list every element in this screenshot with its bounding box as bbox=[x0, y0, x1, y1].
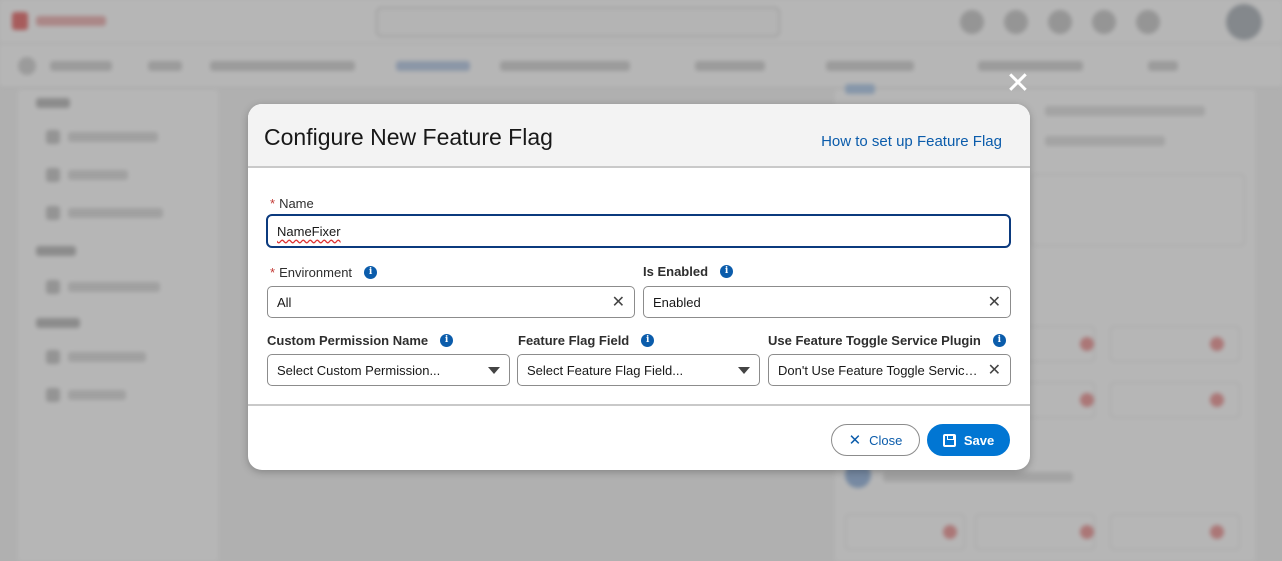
info-icon[interactable]: i bbox=[992, 334, 1006, 347]
environment-combobox[interactable]: All ✕ bbox=[267, 286, 635, 318]
custom-permission-select[interactable]: Select Custom Permission... bbox=[267, 354, 510, 386]
environment-label-text: Environment bbox=[279, 265, 353, 280]
environment-value: All bbox=[277, 294, 292, 310]
close-icon: ✕ bbox=[848, 431, 862, 449]
is-enabled-label: Is Enabled i bbox=[643, 264, 734, 279]
feature-flag-field-placeholder: Select Feature Flag Field... bbox=[527, 362, 684, 378]
save-button-label: Save bbox=[963, 432, 995, 448]
feature-flag-field-label: Feature Flag Field i bbox=[518, 333, 655, 348]
modal-header: Configure New Feature Flag How to set up… bbox=[248, 104, 1030, 168]
close-button-label: Close bbox=[869, 432, 903, 448]
name-input-value: NameFixer bbox=[277, 223, 341, 239]
clear-icon[interactable]: ✕ bbox=[988, 292, 1001, 312]
info-icon[interactable]: i bbox=[641, 334, 655, 347]
info-icon[interactable]: i bbox=[364, 266, 378, 279]
name-label: * Name bbox=[270, 196, 314, 211]
info-icon[interactable]: i bbox=[720, 265, 734, 278]
save-icon bbox=[942, 433, 956, 447]
info-icon[interactable]: i bbox=[440, 334, 454, 347]
custom-permission-label-text: Custom Permission Name bbox=[267, 333, 429, 348]
clear-icon[interactable]: ✕ bbox=[988, 360, 1001, 380]
custom-permission-placeholder: Select Custom Permission... bbox=[277, 362, 441, 378]
toggle-service-plugin-label: Use Feature Toggle Service Plugin i bbox=[768, 333, 1006, 348]
feature-flag-field-select[interactable]: Select Feature Flag Field... bbox=[517, 354, 760, 386]
chevron-down-icon bbox=[738, 366, 750, 374]
required-marker: * bbox=[270, 196, 276, 211]
toggle-service-plugin-value: Don't Use Feature Toggle Service... bbox=[778, 362, 982, 378]
chevron-down-icon bbox=[488, 366, 500, 374]
is-enabled-value: Enabled bbox=[653, 294, 701, 310]
is-enabled-combobox[interactable]: Enabled ✕ bbox=[643, 286, 1011, 318]
feature-flag-modal: Configure New Feature Flag How to set up… bbox=[248, 104, 1030, 470]
required-marker: * bbox=[270, 265, 276, 280]
clear-icon[interactable]: ✕ bbox=[612, 292, 625, 312]
close-button[interactable]: ✕ Close bbox=[831, 424, 920, 456]
feature-flag-field-label-text: Feature Flag Field bbox=[518, 333, 630, 348]
modal-title: Configure New Feature Flag bbox=[264, 124, 553, 150]
name-input[interactable]: NameFixer bbox=[266, 214, 1011, 248]
is-enabled-label-text: Is Enabled bbox=[643, 264, 709, 279]
toggle-service-plugin-combobox[interactable]: Don't Use Feature Toggle Service... ✕ bbox=[768, 354, 1011, 386]
save-button[interactable]: Save bbox=[927, 424, 1010, 456]
name-label-text: Name bbox=[279, 196, 314, 211]
modal-close-icon[interactable]: ✕ bbox=[1004, 69, 1032, 99]
help-link[interactable]: How to set up Feature Flag bbox=[821, 133, 1002, 150]
environment-label: * Environment i bbox=[270, 265, 378, 280]
toggle-service-plugin-label-text: Use Feature Toggle Service Plugin bbox=[768, 333, 981, 348]
modal-footer: ✕ Close Save bbox=[248, 404, 1030, 470]
custom-permission-label: Custom Permission Name i bbox=[267, 333, 454, 348]
